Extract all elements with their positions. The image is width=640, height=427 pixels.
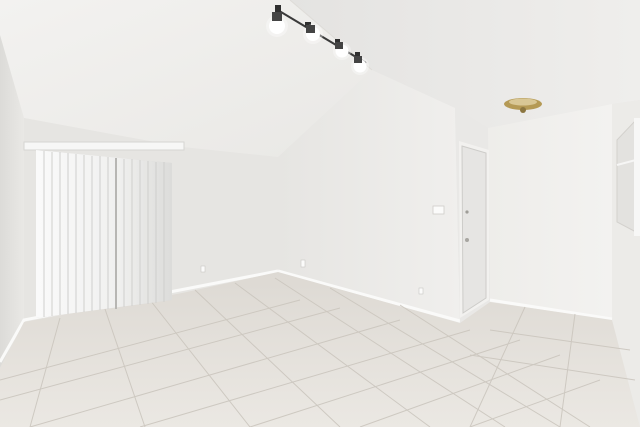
light-switch-plate <box>432 205 445 215</box>
door-knob-icon <box>465 238 469 242</box>
wall-niche <box>616 118 640 236</box>
wall-outlet <box>200 265 206 273</box>
entry-door <box>459 141 489 318</box>
room-photo <box>0 0 640 427</box>
wall-outlet <box>300 259 306 268</box>
vertical-blinds <box>36 150 172 318</box>
wall-outlet <box>418 287 424 295</box>
sliding-door <box>23 141 185 318</box>
